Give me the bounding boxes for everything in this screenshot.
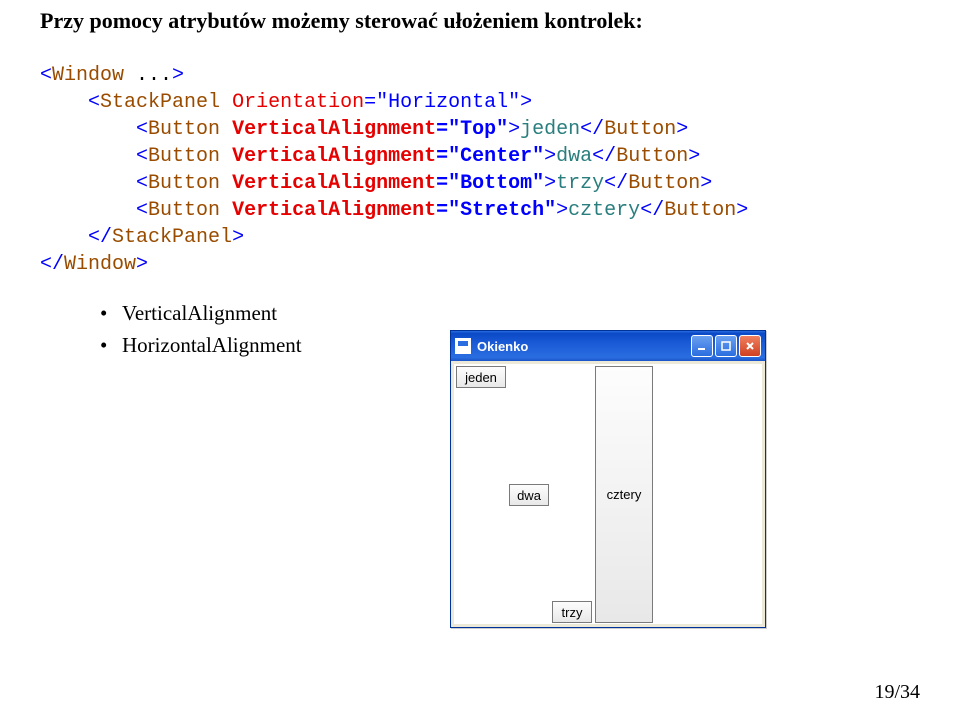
indent (40, 118, 136, 141)
window-title: Okienko (475, 339, 687, 354)
bullet-item: VerticalAlignment (100, 298, 920, 330)
angle-bracket: > (136, 253, 148, 276)
xml-attr: VerticalAlignment (232, 145, 436, 168)
angle-bracket: > (676, 118, 688, 141)
maximize-button[interactable] (715, 335, 737, 357)
angle-bracket: < (40, 64, 52, 87)
button-jeden[interactable]: jeden (456, 366, 506, 388)
xml-attr: VerticalAlignment (232, 199, 436, 222)
indent (40, 172, 136, 195)
xml-attr: VerticalAlignment (232, 118, 436, 141)
close-icon (745, 341, 755, 351)
code-block: <Window ...> <StackPanel Orientation="Ho… (40, 62, 920, 278)
indent (40, 226, 88, 249)
angle-bracket: > (520, 91, 532, 114)
window-icon (455, 338, 471, 354)
xml-attr: VerticalAlignment (232, 172, 436, 195)
angle-bracket: > (544, 145, 556, 168)
xml-val: "Bottom" (448, 172, 544, 195)
indent (40, 91, 88, 114)
angle-bracket: < (136, 199, 148, 222)
angle-bracket: > (736, 199, 748, 222)
xml-tag: Window (52, 64, 124, 87)
xml-tag: StackPanel (100, 91, 220, 114)
xml-val: "Stretch" (448, 199, 556, 222)
angle-bracket: > (508, 118, 520, 141)
xml-tag: Button (616, 145, 688, 168)
xml-val: "Horizontal" (376, 91, 520, 114)
xml-text: jeden (520, 118, 580, 141)
minimize-button[interactable] (691, 335, 713, 357)
button-cztery[interactable]: cztery (595, 366, 653, 623)
close-button[interactable] (739, 335, 761, 357)
eq: = (436, 172, 448, 195)
angle-bracket: < (136, 172, 148, 195)
sp (220, 118, 232, 141)
xml-text: dwa (556, 145, 592, 168)
xml-tag: StackPanel (112, 226, 232, 249)
xml-attr: Orientation (232, 91, 364, 114)
angle-bracket: </ (88, 226, 112, 249)
xml-tag: Button (148, 118, 220, 141)
angle-bracket: > (688, 145, 700, 168)
xml-text: trzy (556, 172, 604, 195)
sp (220, 145, 232, 168)
angle-bracket: </ (604, 172, 628, 195)
code-text: ... (124, 64, 172, 87)
xml-tag: Window (64, 253, 136, 276)
button-trzy[interactable]: trzy (552, 601, 592, 623)
angle-bracket: > (172, 64, 184, 87)
xml-val: "Top" (448, 118, 508, 141)
sp (220, 91, 232, 114)
indent (40, 199, 136, 222)
titlebar[interactable]: Okienko (451, 331, 765, 361)
xml-tag: Button (664, 199, 736, 222)
button-dwa[interactable]: dwa (509, 484, 549, 506)
angle-bracket: < (88, 91, 100, 114)
angle-bracket: < (136, 118, 148, 141)
maximize-icon (721, 341, 731, 351)
minimize-icon (697, 341, 707, 351)
angle-bracket: > (700, 172, 712, 195)
angle-bracket: </ (40, 253, 64, 276)
xml-tag: Button (148, 145, 220, 168)
demo-window: Okienko jeden dwa trzy cztery (450, 330, 766, 628)
angle-bracket: > (556, 199, 568, 222)
angle-bracket: </ (592, 145, 616, 168)
sp (220, 172, 232, 195)
xml-tag: Button (628, 172, 700, 195)
eq: = (436, 145, 448, 168)
xml-tag: Button (148, 172, 220, 195)
sp (220, 199, 232, 222)
eq: = (364, 91, 376, 114)
window-client-area: jeden dwa trzy cztery (454, 364, 762, 624)
eq: = (436, 118, 448, 141)
angle-bracket: > (544, 172, 556, 195)
angle-bracket: </ (640, 199, 664, 222)
angle-bracket: </ (580, 118, 604, 141)
xml-tag: Button (604, 118, 676, 141)
page-number: 19/34 (874, 681, 920, 704)
eq: = (436, 199, 448, 222)
xml-text: cztery (568, 199, 640, 222)
xml-val: "Center" (448, 145, 544, 168)
angle-bracket: < (136, 145, 148, 168)
angle-bracket: > (232, 226, 244, 249)
page-heading: Przy pomocy atrybutów możemy sterować uł… (40, 8, 920, 34)
xml-tag: Button (148, 199, 220, 222)
indent (40, 145, 136, 168)
